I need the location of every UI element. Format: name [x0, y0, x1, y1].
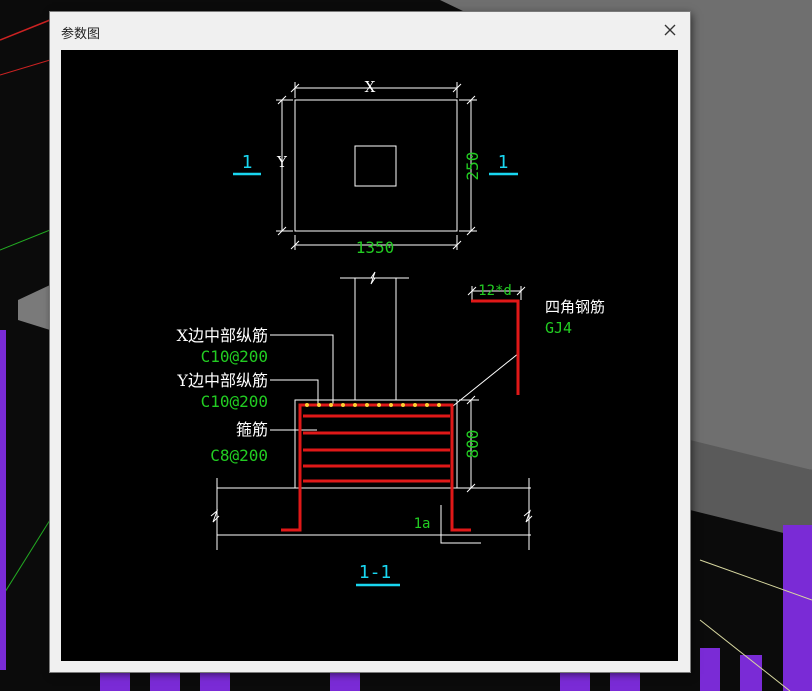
y-rebar-label: Y边中部纵筋 — [176, 371, 268, 390]
close-icon — [664, 24, 676, 36]
footing-section-outline — [294, 399, 458, 489]
close-button[interactable] — [659, 20, 683, 42]
stirrup-label: 箍筋 — [236, 420, 268, 439]
y-rebar-value: C10@200 — [201, 392, 268, 411]
plan-view — [276, 82, 477, 250]
section-title: 1-1 — [359, 562, 392, 583]
column-plan-outline — [354, 145, 397, 187]
hook-length-label: 12*d — [478, 283, 512, 299]
anchor-length-label: 1a — [414, 516, 431, 532]
footing-diagram-drawing: X Y 1350 250 1 1 X边中部纵筋 C10@200 Y边中部纵筋 C… — [176, 78, 605, 587]
x-rebar-leader — [270, 334, 334, 406]
x-rebar-value: C10@200 — [201, 347, 268, 366]
corner-rebar-value: GJ4 — [545, 319, 572, 337]
dim-width-value: 1350 — [356, 238, 395, 257]
footing-plan-outline — [294, 99, 458, 232]
diagram-canvas: X Y 1350 250 1 1 X边中部纵筋 C10@200 Y边中部纵筋 C… — [61, 50, 678, 661]
stirrup-value: C8@200 — [210, 446, 268, 465]
x-rebar-label: X边中部纵筋 — [177, 326, 268, 345]
corner-rebar-detail — [471, 299, 520, 395]
dim-y-label: Y — [276, 153, 288, 171]
height-dim-value: 800 — [463, 430, 482, 459]
section-view — [210, 271, 533, 550]
dialog-title: 参数图 — [61, 27, 101, 42]
dim-height-value: 250 — [463, 152, 482, 181]
section-marker-left: 1 — [242, 152, 253, 173]
corner-rebar-label: 四角钢筋 — [545, 298, 605, 316]
anchor-leader — [440, 505, 481, 544]
dim-x-label: X — [365, 78, 376, 96]
y-rebar-leader — [270, 379, 319, 406]
corner-rebar-leader — [452, 352, 520, 407]
dialog-title-bar[interactable]: 参数图 — [50, 12, 690, 50]
section-marker-right: 1 — [498, 152, 509, 173]
parameter-diagram-dialog: 参数图 X Y 1350 250 1 1 X边中部纵筋 C10@200 Y边中部… — [50, 12, 690, 672]
